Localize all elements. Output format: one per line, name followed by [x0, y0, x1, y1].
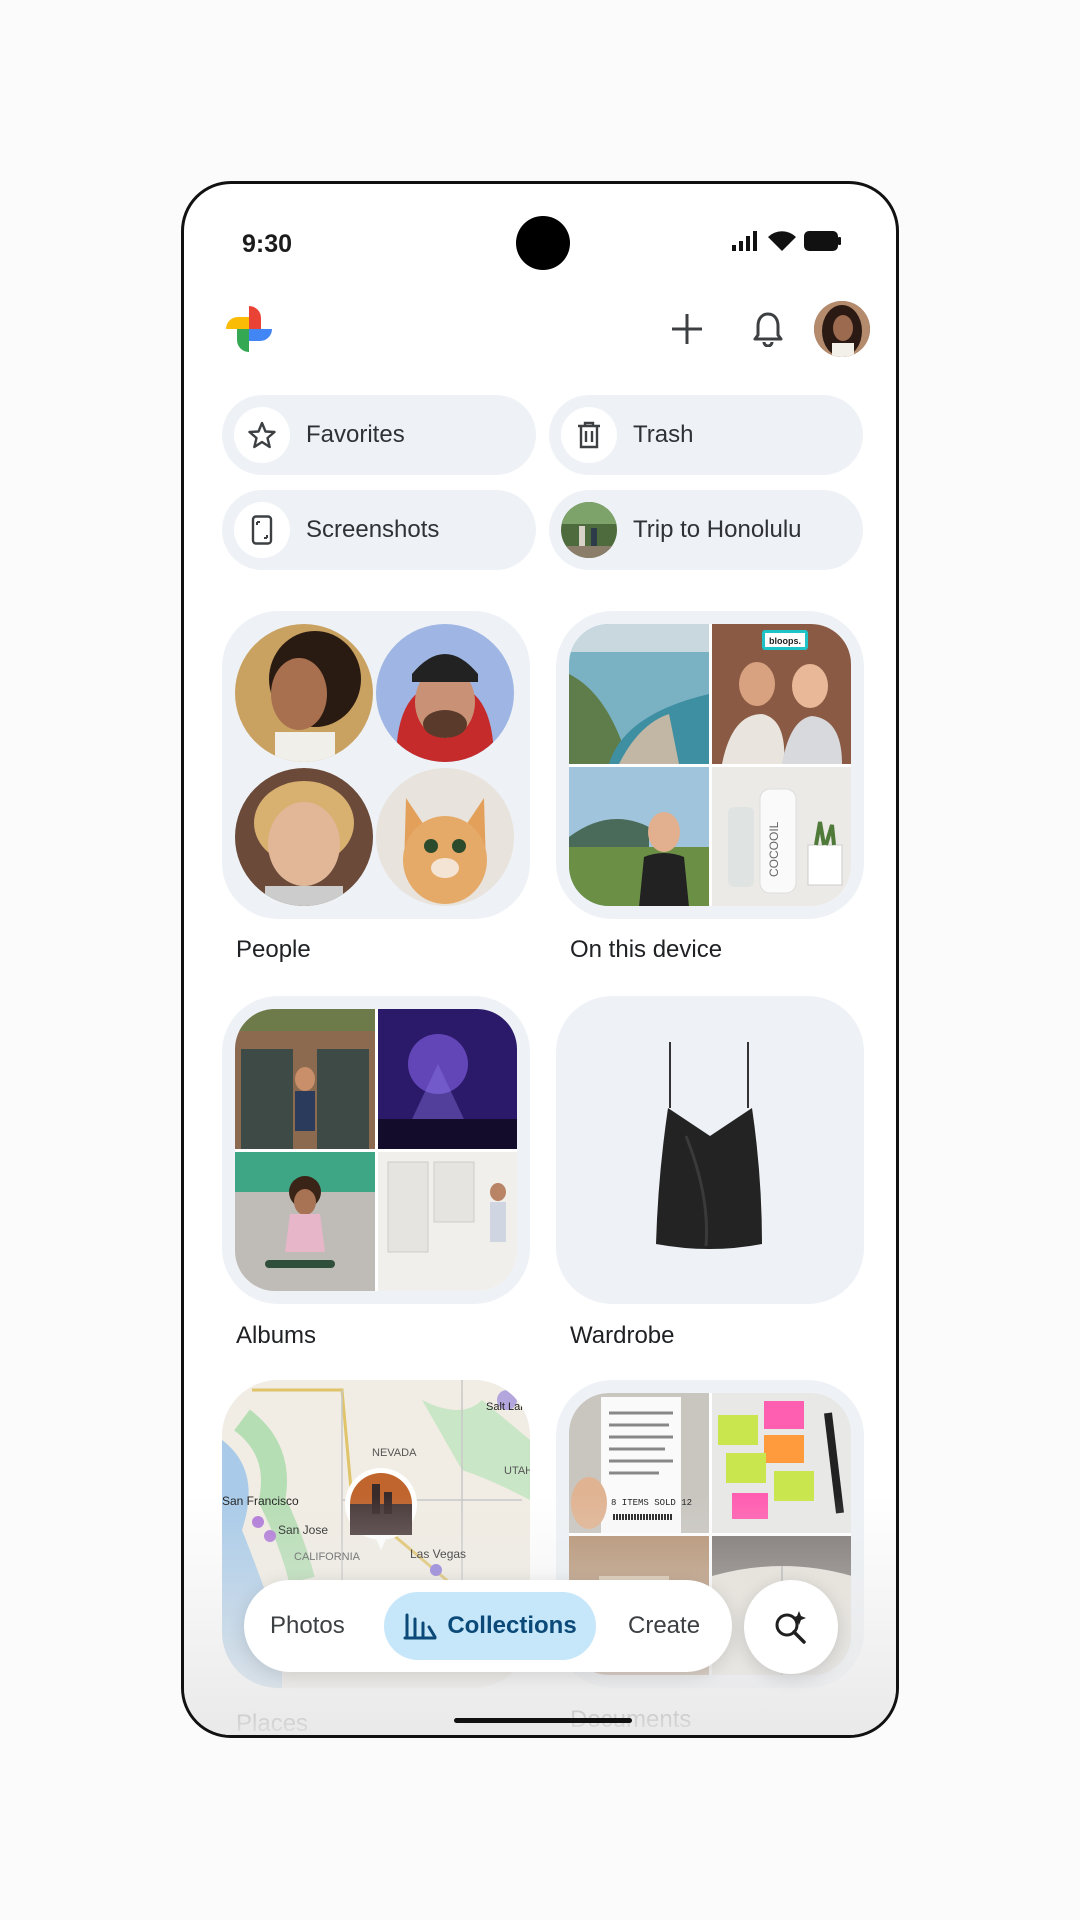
map-label: CALIFORNIA [294, 1551, 361, 1563]
collection-label-on-this-device: On this device [570, 936, 723, 963]
wifi-icon [768, 231, 796, 251]
map-label: UTAH [504, 1465, 530, 1477]
chip-favorites[interactable]: Favorites [222, 395, 536, 475]
chip-icon-wrap [234, 502, 290, 558]
account-avatar[interactable] [814, 301, 870, 357]
phone-frame: 9:30 Favorites Trash Screenshots Trip to… [181, 181, 899, 1738]
photo-sticky-notes [711, 1393, 851, 1533]
add-button[interactable] [660, 302, 714, 356]
photo-friends: bloops. [711, 624, 851, 764]
chip-label: Favorites [306, 421, 405, 448]
cat-face [376, 768, 514, 906]
photo-grid [235, 1009, 517, 1291]
trip-thumbnail [561, 502, 617, 558]
collection-label-people: People [236, 936, 311, 963]
person-face [235, 624, 373, 762]
nav-create[interactable]: Create [628, 1580, 700, 1672]
home-indicator[interactable] [454, 1718, 632, 1723]
photo-garage [235, 1009, 375, 1149]
map-label: San Jose [278, 1523, 328, 1537]
camisole-image [656, 1042, 762, 1249]
bell-icon [753, 312, 783, 347]
photo-concert [377, 1009, 517, 1149]
photo-grid: bloops. COCOOIL [569, 624, 851, 906]
person-face [376, 624, 514, 762]
nav-collections-label: Collections [447, 1612, 577, 1639]
chip-icon-wrap [234, 407, 290, 463]
screen: 9:30 Favorites Trash Screenshots Trip to… [184, 184, 896, 1735]
nav-collections[interactable]: Collections [384, 1592, 596, 1660]
status-icons [732, 230, 842, 252]
map-label: San Francisco [222, 1494, 299, 1508]
collections-icon [403, 1613, 437, 1640]
phone-screenshot-icon [251, 515, 273, 545]
trash-icon [578, 421, 600, 449]
front-camera [516, 216, 570, 270]
photo-receipt: 8 ITEMS SOLD 12 [569, 1393, 709, 1533]
sign-text: bloops. [769, 636, 801, 646]
receipt-text: 8 ITEMS SOLD 12 [611, 1498, 692, 1508]
map-label: NEVADA [372, 1447, 417, 1459]
people-tile[interactable] [222, 611, 530, 919]
sparkle-search-icon [775, 1611, 806, 1644]
photo-skateboard [235, 1151, 375, 1291]
collection-label-albums: Albums [236, 1322, 317, 1349]
photo-selfie-cliff [569, 766, 709, 906]
bottom-navigation: Photos Collections Create [244, 1580, 732, 1672]
star-icon [248, 421, 276, 449]
status-time: 9:30 [242, 230, 293, 258]
chip-label: Screenshots [306, 516, 440, 543]
chip-trash[interactable]: Trash [549, 395, 863, 475]
collection-label-wardrobe: Wardrobe [570, 1322, 675, 1349]
nav-photos[interactable]: Photos [270, 1580, 345, 1672]
photo-products: COCOOIL [711, 766, 851, 906]
battery-icon [804, 231, 841, 251]
wardrobe-tile[interactable] [556, 996, 864, 1304]
notifications-button[interactable] [741, 302, 795, 356]
map-label: Salt Lake [486, 1401, 530, 1413]
chip-label: Trash [633, 421, 694, 448]
person-face [235, 768, 373, 906]
map-label: Las Vegas [410, 1547, 466, 1561]
google-photos-logo-icon [222, 302, 276, 356]
albums-tile[interactable] [222, 996, 530, 1304]
plus-icon [672, 314, 702, 344]
ask-photos-button[interactable] [744, 1580, 838, 1674]
collection-label-places: Places [236, 1710, 309, 1737]
chip-screenshots[interactable]: Screenshots [222, 490, 536, 570]
photo-coast [569, 624, 709, 764]
on-this-device-tile[interactable]: bloops. COCOOIL [556, 611, 864, 919]
chip-icon-wrap [561, 407, 617, 463]
signal-icon [732, 231, 757, 251]
chip-label: Trip to Honolulu [633, 516, 802, 543]
photo-kitchen [377, 1151, 517, 1291]
chip-trip-to-honolulu[interactable]: Trip to Honolulu [549, 490, 863, 570]
product-text: COCOOIL [767, 821, 781, 877]
